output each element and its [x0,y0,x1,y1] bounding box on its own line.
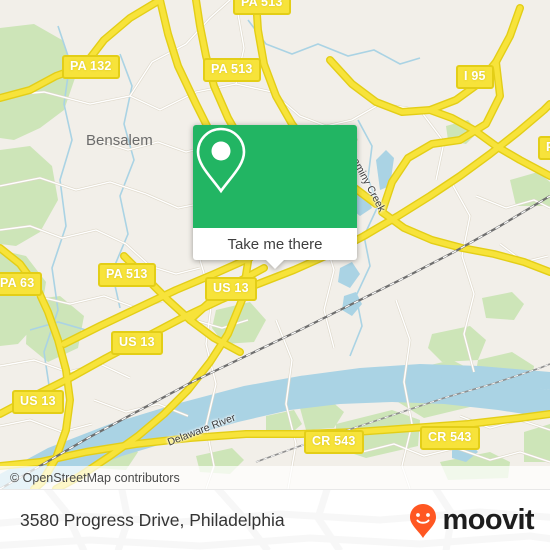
route-shield-us-13-lower[interactable]: US 13 [12,390,64,414]
route-shield-pa-513-mid[interactable]: PA 513 [98,263,156,287]
route-shield-i-95[interactable]: I 95 [456,65,494,89]
footer-bar: 3580 Progress Drive, Philadelphia moovit [0,489,550,550]
route-shield-us-13-mid[interactable]: US 13 [111,331,163,355]
moovit-logo[interactable]: moovit [408,503,535,539]
take-me-there-label: Take me there [227,235,323,253]
moovit-wordmark: moovit [442,504,535,536]
map-attribution: © OpenStreetMap contributors [0,466,550,489]
location-popup[interactable]: Take me there [193,125,357,269]
route-shield-pa-63[interactable]: PA 63 [0,272,43,296]
route-shield-pa-513-upper[interactable]: PA 513 [203,58,261,82]
route-shield-pa-513-north[interactable]: PA 513 [233,0,291,15]
attribution-text: © OpenStreetMap contributors [10,470,180,485]
place-label-bensalem: Bensalem [86,132,153,149]
route-shield-pa-1-edge[interactable]: PA 1 [538,136,550,160]
route-shield-us-13-upper[interactable]: US 13 [205,277,257,301]
popup-footer[interactable]: Take me there [193,228,357,269]
map-screenshot: Bensalem haminy Creek Delaware River PA … [0,0,550,550]
route-shield-cr-543-right[interactable]: CR 543 [420,426,480,450]
map-pin-icon [196,127,246,194]
route-shield-cr-543-left[interactable]: CR 543 [304,430,364,454]
route-shield-pa-132[interactable]: PA 132 [62,55,120,79]
map-canvas[interactable]: Bensalem haminy Creek Delaware River PA … [0,0,550,489]
popup-tail-icon [265,259,285,269]
popup-body[interactable] [193,125,357,228]
address-label: 3580 Progress Drive, Philadelphia [20,510,285,530]
moovit-pin-icon [409,503,436,538]
